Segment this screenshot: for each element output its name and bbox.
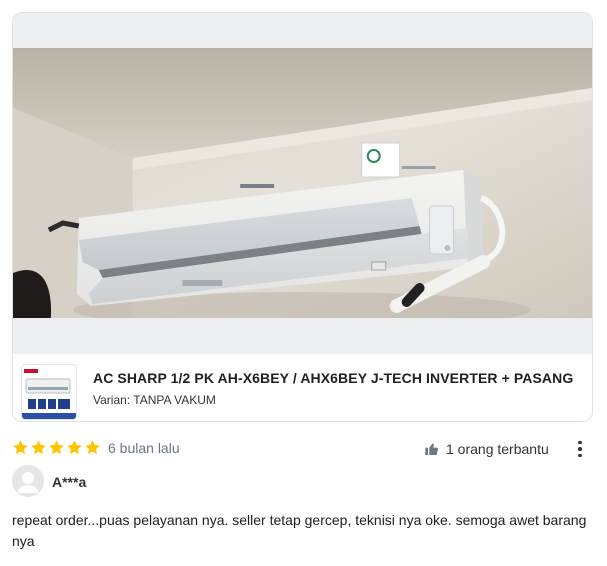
product-variant: Varian: TANPA VAKUM: [93, 393, 216, 407]
thumbs-up-icon: [425, 443, 438, 455]
review-text: repeat order...puas pelayanan nya. selle…: [12, 512, 587, 549]
product-info-row[interactable]: AC SHARP 1/2 PK AH-X6BEY / AHX6BEY J-TEC…: [13, 353, 592, 421]
star-icon: [13, 440, 28, 455]
product-name[interactable]: AC SHARP 1/2 PK AH-X6BEY / AHX6BEY J-TEC…: [93, 370, 573, 386]
review-photo[interactable]: [13, 13, 592, 353]
review-media-card: AC SHARP 1/2 PK AH-X6BEY / AHX6BEY J-TEC…: [12, 12, 593, 422]
reviewer-name: A***a: [52, 474, 87, 490]
rating-row: 6 bulan lalu 1 orang terbantu: [12, 438, 593, 460]
kebab-menu-icon[interactable]: [575, 438, 585, 460]
user-avatar-icon: [12, 465, 44, 497]
product-thumbnail: [21, 364, 77, 420]
star-icon: [31, 440, 46, 455]
star-rating: [12, 439, 101, 456]
review-time: 6 bulan lalu: [108, 440, 180, 456]
star-icon: [85, 440, 100, 455]
helpful-count-label: 1 orang terbantu: [446, 441, 549, 457]
helpful-button[interactable]: 1 orang terbantu: [424, 439, 549, 459]
air-conditioner-photo: [13, 48, 592, 318]
star-icon: [49, 440, 64, 455]
star-icon: [67, 440, 82, 455]
